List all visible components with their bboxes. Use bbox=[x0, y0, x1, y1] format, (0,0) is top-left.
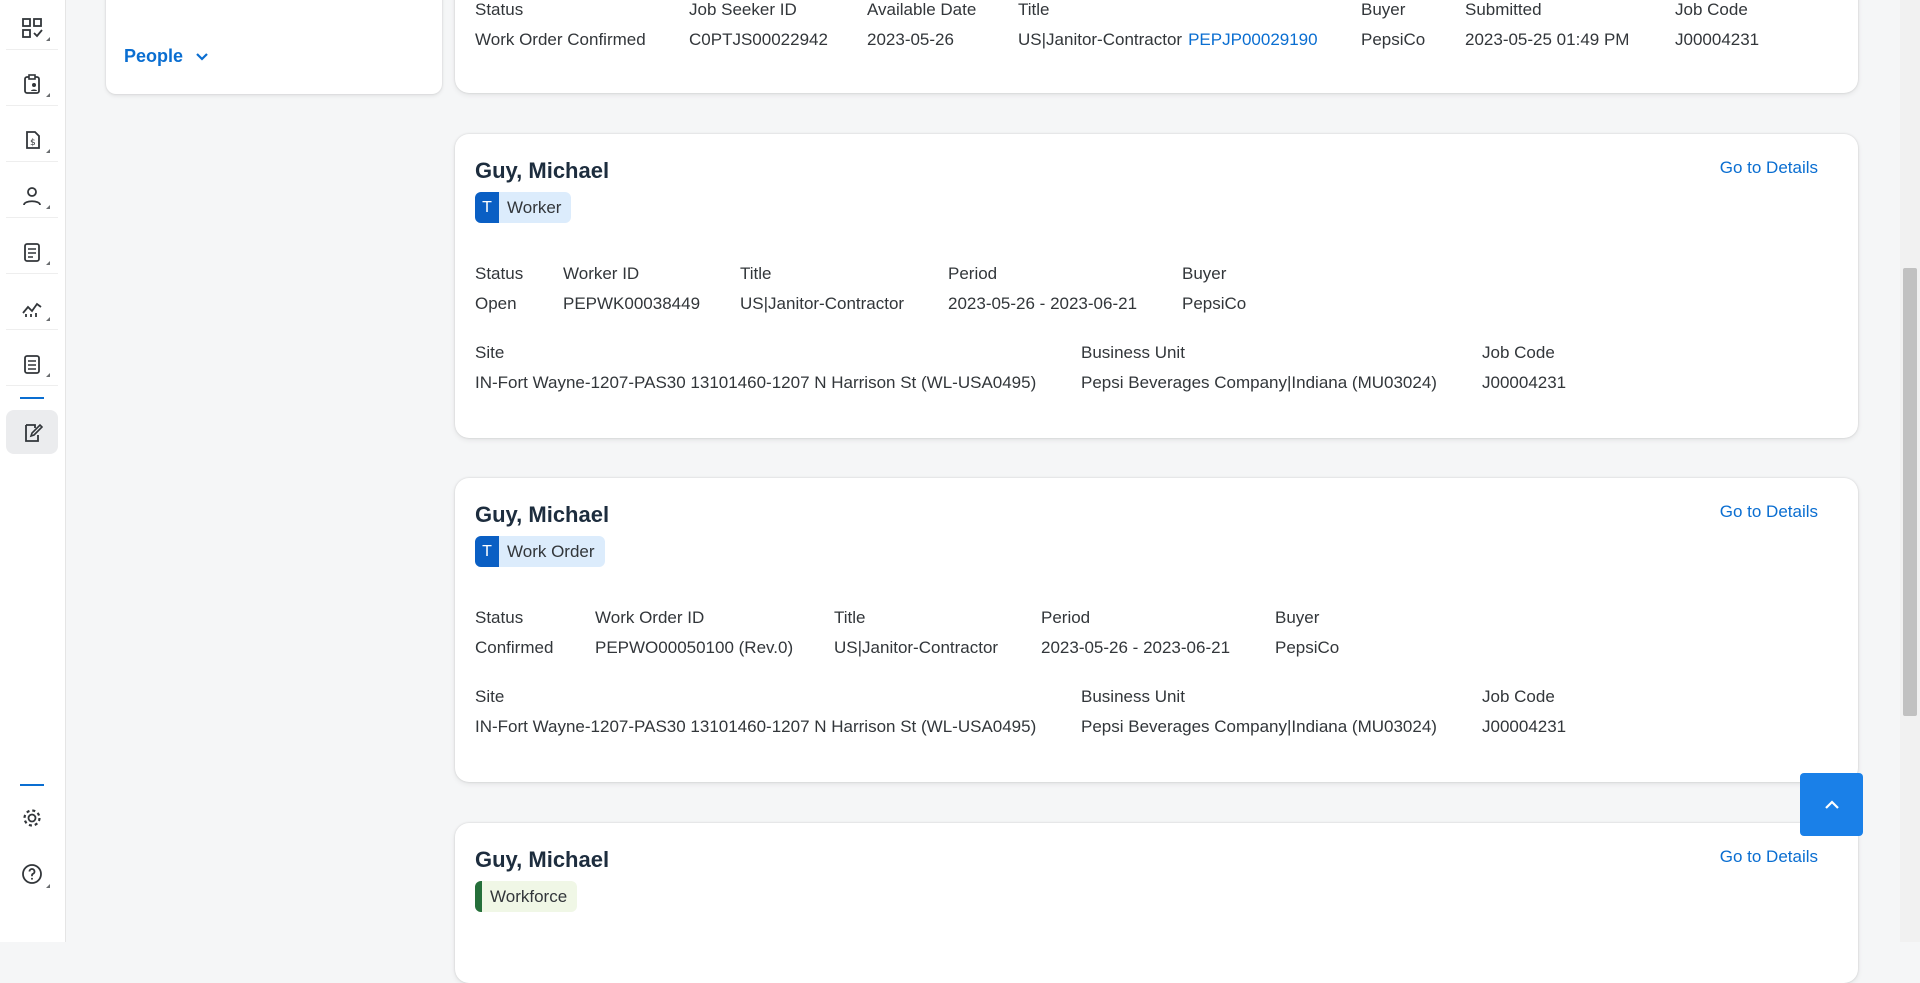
nav-item-analytics[interactable] bbox=[6, 286, 58, 330]
worker-card: Guy, Michael Go to Details T Worker Stat… bbox=[455, 134, 1858, 438]
field-status: Status Confirmed bbox=[475, 608, 554, 657]
field-period: Period 2023-05-26 - 2023-06-21 bbox=[948, 264, 1138, 313]
nav-item-help[interactable] bbox=[6, 852, 58, 896]
worker-name: Guy, Michael bbox=[475, 847, 610, 872]
people-label: People bbox=[124, 46, 184, 66]
line-chart-icon bbox=[22, 302, 42, 317]
field-status: Status Open bbox=[475, 264, 524, 313]
rail-divider-bottom bbox=[20, 784, 44, 786]
field-site: Site IN-Fort Wayne-1207-PAS30 13101460-12… bbox=[475, 343, 1037, 392]
field-business-unit: Business Unit Pepsi Beverages Company|Ind… bbox=[1081, 687, 1437, 736]
edit-document-icon bbox=[25, 423, 43, 442]
nav-item-people[interactable] bbox=[6, 174, 58, 218]
field-job-code: Job Code J00004231 bbox=[1482, 687, 1567, 736]
field-submitted: Submitted 2023-05-25 01:49 PM bbox=[1465, 0, 1630, 49]
people-filter-toggle[interactable]: People bbox=[124, 46, 209, 67]
job-seeker-card: Status Work Order Confirmed Job Seeker ID… bbox=[455, 0, 1858, 93]
invoice-dollar-icon: $ bbox=[26, 130, 40, 149]
chevron-up-icon bbox=[1824, 799, 1839, 809]
field-buyer: Buyer PepsiCo bbox=[1275, 608, 1340, 657]
badge-letter: T bbox=[475, 536, 499, 567]
type-badge: T Worker bbox=[475, 192, 572, 223]
badge-label: Worker bbox=[507, 197, 562, 217]
nav-item-timesheets[interactable] bbox=[6, 230, 58, 274]
nav-item-work-orders[interactable] bbox=[6, 410, 58, 454]
field-status: Status Work Order Confirmed bbox=[475, 0, 646, 49]
field-job-code: Job Code J00004231 bbox=[1482, 343, 1567, 392]
workforce-card: Guy, Michael Go to Details Workforce bbox=[455, 823, 1858, 983]
go-to-details-link[interactable]: Go to Details bbox=[1720, 158, 1818, 178]
field-buyer: Buyer PepsiCo bbox=[1182, 264, 1247, 313]
nav-item-settings[interactable] bbox=[6, 796, 58, 840]
report-document-icon bbox=[24, 354, 40, 374]
field-worker-id: Worker ID PEPWK00038449 bbox=[563, 264, 701, 313]
field-title: Title US|Janitor-Contractor bbox=[834, 608, 999, 657]
rail-divider bbox=[20, 397, 44, 399]
worker-name: Guy, Michael bbox=[475, 502, 610, 527]
settings-icon bbox=[23, 809, 41, 827]
field-site: Site IN-Fort Wayne-1207-PAS30 13101460-12… bbox=[475, 687, 1037, 736]
badge-label: Workforce bbox=[490, 886, 568, 906]
list-document-icon bbox=[24, 242, 40, 262]
go-to-details-link[interactable]: Go to Details bbox=[1720, 502, 1818, 522]
person-icon bbox=[23, 186, 41, 205]
svg-text:$: $ bbox=[30, 138, 36, 148]
filter-panel: People bbox=[106, 0, 442, 94]
field-title: Title US|Janitor-Contractor bbox=[740, 264, 905, 313]
go-to-details-link[interactable]: Go to Details bbox=[1720, 847, 1818, 867]
field-job-code: Job Code J00004231 bbox=[1675, 0, 1760, 49]
nav-item-dashboard[interactable] bbox=[6, 6, 58, 50]
scroll-to-top-button[interactable] bbox=[1800, 773, 1863, 836]
field-job-seeker-id: Job Seeker ID C0PTJS00022942 bbox=[689, 0, 828, 49]
badge-label: Work Order bbox=[507, 541, 595, 561]
type-badge: Workforce bbox=[475, 881, 578, 912]
badge-color-bar bbox=[475, 881, 482, 912]
field-business-unit: Business Unit Pepsi Beverages Company|Ind… bbox=[1081, 343, 1437, 392]
nav-item-requisitions[interactable] bbox=[6, 62, 58, 106]
work-order-card: Guy, Michael Go to Details T Work Order … bbox=[455, 478, 1858, 782]
field-work-order-id: Work Order ID PEPWO00050100 (Rev.0) bbox=[595, 608, 794, 657]
help-icon bbox=[22, 864, 42, 884]
nav-item-invoices[interactable]: $ bbox=[6, 118, 58, 162]
type-badge: T Work Order bbox=[475, 536, 605, 567]
field-buyer: Buyer PepsiCo bbox=[1361, 0, 1426, 49]
field-title: Title US|Janitor-Contractor PEPJP00029190 bbox=[1018, 0, 1318, 49]
chevron-down-icon bbox=[196, 52, 208, 61]
clipboard-person-icon bbox=[24, 73, 40, 94]
field-available-date: Available Date 2023-05-26 bbox=[867, 0, 977, 49]
worker-name: Guy, Michael bbox=[475, 158, 610, 183]
nav-item-reports[interactable] bbox=[6, 342, 58, 386]
field-period: Period 2023-05-26 - 2023-06-21 bbox=[1041, 608, 1231, 657]
badge-letter: T bbox=[475, 192, 499, 223]
nav-rail: $ bbox=[0, 0, 66, 942]
scrollbar-thumb[interactable] bbox=[1903, 268, 1917, 716]
job-posting-link[interactable]: PEPJP00029190 bbox=[1188, 30, 1318, 49]
qr-grid-icon bbox=[22, 17, 43, 38]
